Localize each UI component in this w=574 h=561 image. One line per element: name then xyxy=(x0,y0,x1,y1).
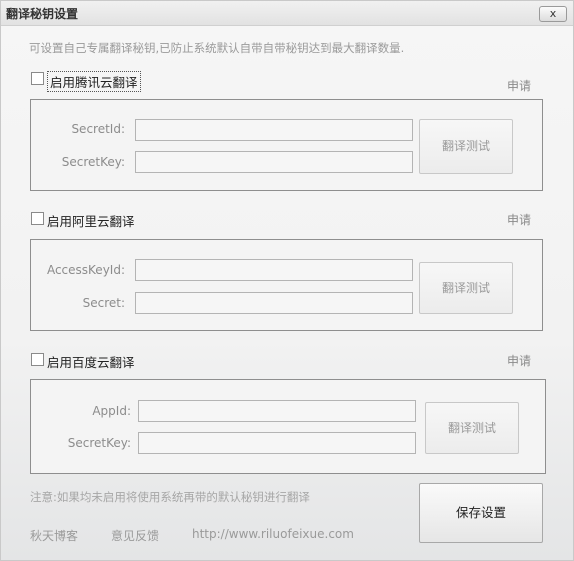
baidu-secretkey-input[interactable] xyxy=(138,432,416,454)
tencent-settings-group: SecretId: SecretKey: 翻译测试 xyxy=(30,99,543,191)
save-settings-button[interactable]: 保存设置 xyxy=(419,483,543,543)
tencent-secretid-input[interactable] xyxy=(135,119,413,141)
default-key-note: 注意:如果均未启用将使用系统再带的默认秘钥进行翻译 xyxy=(30,490,310,504)
baidu-appid-label: AppId: xyxy=(92,404,131,418)
baidu-checkbox-box[interactable] xyxy=(31,353,44,366)
baidu-apply-link[interactable]: 申请 xyxy=(507,352,531,369)
aliyun-apply-link[interactable]: 申请 xyxy=(507,211,531,228)
close-button[interactable]: x xyxy=(539,6,567,22)
aliyun-accesskeyid-label: AccessKeyId: xyxy=(46,263,125,277)
aliyun-test-button[interactable]: 翻译测试 xyxy=(419,262,513,314)
aliyun-secret-input[interactable] xyxy=(135,292,413,314)
feedback-link[interactable]: 意见反馈 xyxy=(111,527,159,544)
website-link[interactable]: http://www.riluofeixue.com xyxy=(192,527,354,541)
tencent-secretkey-input[interactable] xyxy=(135,151,413,173)
aliyun-accesskeyid-input[interactable] xyxy=(135,259,413,281)
blog-link[interactable]: 秋天博客 xyxy=(30,527,78,544)
aliyun-enable-label[interactable]: 启用阿里云翻译 xyxy=(47,211,135,230)
description-text: 可设置自己专属翻译秘钥,已防止系统默认自带自带秘钥达到最大翻译数量. xyxy=(29,41,405,55)
aliyun-settings-group: AccessKeyId: Secret: 翻译测试 xyxy=(30,239,543,331)
baidu-settings-group: AppId: SecretKey: 翻译测试 xyxy=(30,379,546,474)
baidu-appid-input[interactable] xyxy=(138,400,416,422)
baidu-test-button[interactable]: 翻译测试 xyxy=(425,402,519,454)
baidu-secretkey-label: SecretKey: xyxy=(67,436,131,450)
tencent-apply-link[interactable]: 申请 xyxy=(507,77,531,94)
baidu-enable-label[interactable]: 启用百度云翻译 xyxy=(47,352,135,371)
aliyun-secret-label: Secret: xyxy=(82,296,125,310)
title-bar[interactable]: 翻译秘钥设置 x xyxy=(1,1,573,26)
aliyun-checkbox-box[interactable] xyxy=(31,212,44,225)
translation-key-settings-window: 翻译秘钥设置 x 可设置自己专属翻译秘钥,已防止系统默认自带自带秘钥达到最大翻译… xyxy=(0,0,574,561)
tencent-checkbox-box[interactable] xyxy=(31,72,44,85)
tencent-test-button[interactable]: 翻译测试 xyxy=(419,119,513,174)
tencent-secretid-label: SecretId: xyxy=(71,122,125,136)
tencent-enable-label[interactable]: 启用腾讯云翻译 xyxy=(47,71,141,92)
tencent-secretkey-label: SecretKey: xyxy=(61,155,125,169)
window-title: 翻译秘钥设置 xyxy=(6,7,79,21)
